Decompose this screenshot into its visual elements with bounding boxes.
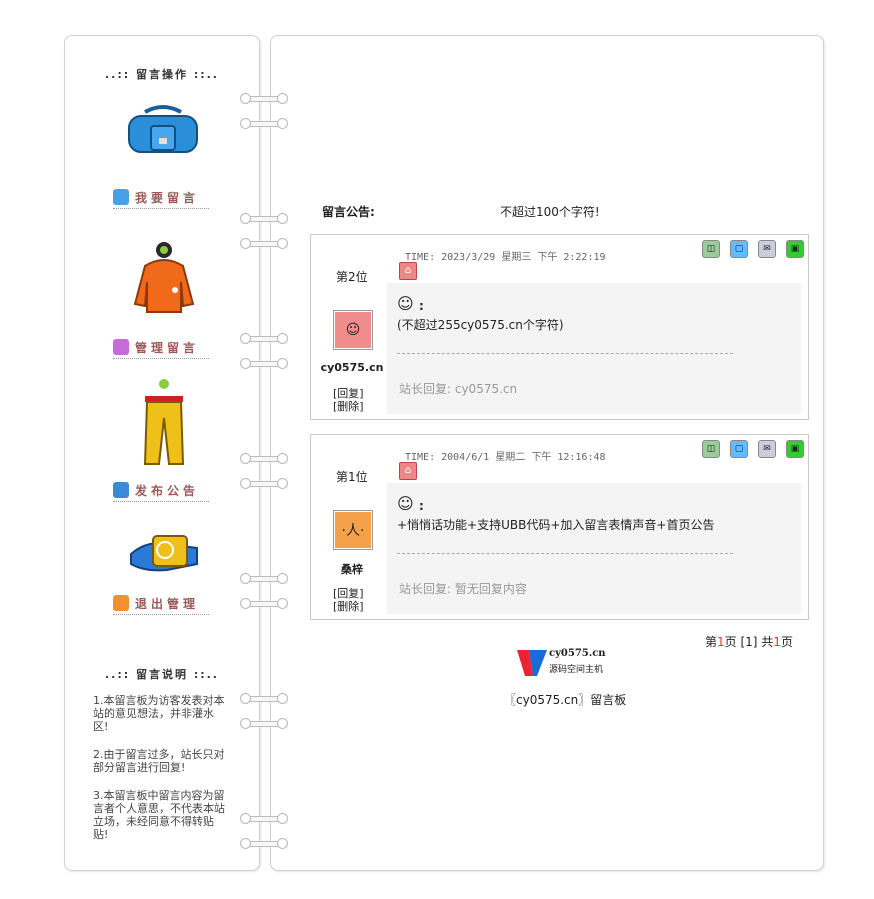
binder-ring (240, 118, 288, 129)
binder-ring (240, 238, 288, 249)
rule-item: 1.本留言板为访客发表对本站的意见想法，并非灌水区! (93, 694, 225, 733)
message-card: 第2位 ☺ cy0575.cn [回复] [删除] TIME: 2023/3/2… (310, 234, 809, 420)
menu-logout-label: 退出管理 (135, 596, 200, 611)
smiley-icon: ☺ (397, 494, 414, 513)
binder-ring (240, 478, 288, 489)
message-content: (不超过255cy0575.cn个字符) (397, 318, 564, 332)
email-icon[interactable]: ✉ (758, 240, 776, 258)
menu-publish-label: 发布公告 (135, 483, 200, 498)
message-toolbar: ◫ ▢ ✉ ▣ (702, 240, 804, 258)
binder-ring (240, 213, 288, 224)
message-card: 第1位 ·人· 桑梓 [回复] [删除] TIME: 2004/6/1 星期二 … (310, 434, 809, 620)
admin-reply: 站长回复: cy0575.cn (399, 382, 518, 396)
message-body: ☺ : (不超过255cy0575.cn个字符) 站长回复: cy0575.cn (387, 283, 801, 414)
message-toolbar: ◫ ▢ ✉ ▣ (702, 440, 804, 458)
avatar: ☺ (333, 310, 373, 350)
total-pages: 1 (773, 635, 781, 649)
exit-icon (113, 595, 129, 611)
message-time: TIME: 2023/3/29 星期三 下午 2:22:19 (405, 252, 606, 263)
rules-list: 1.本留言板为访客发表对本站的意见想法，并非灌水区! 2.由于留言过多，站长只对… (93, 694, 229, 856)
menu-manage-messages[interactable]: 管理留言 (113, 336, 209, 359)
menu-manage-label: 管理留言 (135, 340, 200, 355)
binder-ring (240, 453, 288, 464)
menu-logout[interactable]: 退出管理 (113, 592, 209, 615)
rule-item: 2.由于留言过多，站长只对部分留言进行回复! (93, 748, 225, 774)
binder-ring (240, 358, 288, 369)
binder-ring (240, 693, 288, 704)
sidebar-panel: ..:: 留言操作 ::.. 我要留言 管理留言 发布公告 退出管理 ..:: … (64, 35, 260, 871)
profile-icon[interactable]: ▢ (730, 240, 748, 258)
chart-icon (113, 339, 129, 355)
binder-ring (240, 333, 288, 344)
delete-button[interactable]: [删除] (333, 600, 364, 613)
notice-bar: 留言公告: 不超过100个字符! (322, 203, 802, 219)
profile-icon[interactable]: ▢ (730, 440, 748, 458)
avatar: ·人· (333, 510, 373, 550)
homepage-icon[interactable]: ▣ (786, 440, 804, 458)
notice-text: 不超过100个字符! (500, 205, 600, 219)
qq-icon[interactable]: ◫ (702, 240, 720, 258)
binder-ring (240, 813, 288, 824)
binder-ring (240, 573, 288, 584)
binder-ring (240, 838, 288, 849)
floor-number: 第2位 (336, 270, 368, 284)
divider (397, 553, 733, 554)
divider (397, 353, 733, 354)
message-body: ☺ : +悄悄话功能+支持UBB代码+加入留言表情声音+首页公告 站长回复: 暂… (387, 483, 801, 614)
footer-title: 〖cy0575.cn〗留言板 (504, 693, 627, 707)
binder-ring (240, 718, 288, 729)
bag-illustration (128, 105, 198, 153)
floor-number: 第1位 (336, 470, 368, 484)
menu-publish-notice[interactable]: 发布公告 (113, 479, 209, 502)
house-icon[interactable]: ⌂ (399, 462, 417, 480)
publish-icon (113, 482, 129, 498)
username: cy0575.cn (320, 361, 384, 374)
qq-icon[interactable]: ◫ (702, 440, 720, 458)
pants-illustration (143, 379, 185, 465)
message-time: TIME: 2004/6/1 星期二 下午 12:16:48 (405, 452, 606, 463)
rule-item: 3.本留言板中留言内容为留言者个人意思，不代表本站立场，未经同意不得转贴贴! (93, 789, 225, 841)
gadget-illustration (130, 535, 198, 572)
rules-title: ..:: 留言说明 ::.. (105, 668, 219, 681)
pagination: 第1页 [1] 共1页 (705, 635, 793, 649)
binder-ring (240, 93, 288, 104)
logo-text-2: 源码空间主机 (549, 665, 604, 675)
message-actions: [回复] [删除] (333, 587, 364, 613)
write-icon (113, 189, 129, 205)
homepage-icon[interactable]: ▣ (786, 240, 804, 258)
house-icon[interactable]: ⌂ (399, 262, 417, 280)
menu-write-message[interactable]: 我要留言 (113, 186, 209, 209)
menu-write-label: 我要留言 (135, 190, 200, 205)
current-page[interactable]: 1 (717, 635, 725, 649)
delete-button[interactable]: [删除] (333, 400, 364, 413)
avatar-face-icon: ·人· (335, 512, 371, 548)
username: 桑梓 (341, 563, 363, 576)
admin-reply: 站长回复: 暂无回复内容 (399, 582, 527, 596)
reply-button[interactable]: [回复] (333, 387, 364, 400)
binder-ring (240, 598, 288, 609)
hoodie-illustration (133, 242, 195, 313)
avatar-face-icon: ☺ (335, 312, 371, 348)
notice-label: 留言公告: (322, 205, 375, 219)
message-actions: [回复] [删除] (333, 387, 364, 413)
logo-mark-icon (517, 650, 547, 676)
site-logo[interactable]: cy0575.cn 源码空间主机 (515, 648, 606, 678)
email-icon[interactable]: ✉ (758, 440, 776, 458)
reply-button[interactable]: [回复] (333, 587, 364, 600)
smiley-icon: ☺ (397, 294, 414, 313)
logo-text-1: cy0575.cn (549, 648, 606, 659)
ops-title: ..:: 留言操作 ::.. (105, 68, 219, 81)
message-content: +悄悄话功能+支持UBB代码+加入留言表情声音+首页公告 (397, 518, 715, 532)
